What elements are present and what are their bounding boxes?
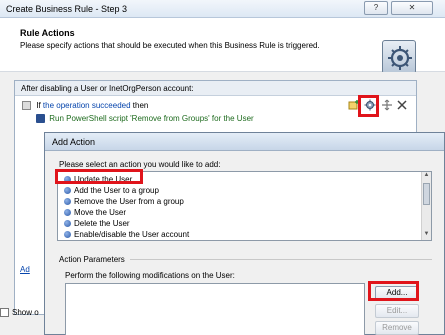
if-icon [22, 101, 31, 111]
scroll-thumb[interactable] [423, 183, 430, 205]
wizard-header: Rule Actions Please specify actions that… [0, 18, 445, 74]
show-checkbox-label: Show o [12, 308, 39, 317]
powershell-icon [36, 114, 45, 124]
title-bar: Create Business Rule - Step 3 ? ✕ [0, 0, 445, 18]
scroll-up-icon[interactable]: ▲ [422, 172, 431, 181]
action-parameters-label: Action Parameters [59, 255, 125, 264]
if-condition-row[interactable]: If the operation succeeded then [22, 101, 149, 111]
action-icon [64, 231, 71, 239]
close-button[interactable]: ✕ [391, 1, 433, 15]
section-title: Rule Actions [20, 28, 75, 38]
divider [130, 259, 432, 260]
help-button[interactable]: ? [364, 1, 388, 15]
remove-button[interactable]: Remove [375, 321, 419, 335]
window-title: Create Business Rule - Step 3 [6, 4, 128, 14]
delete-icon[interactable] [396, 99, 408, 111]
action-text[interactable]: Run PowerShell script 'Remove from Group… [49, 114, 253, 123]
action-icon [64, 209, 71, 217]
list-item[interactable]: Enable/disable the User account [64, 230, 189, 239]
add-button-highlight [368, 281, 419, 301]
then-keyword: then [132, 101, 149, 110]
operation-condition-link[interactable]: the operation succeeded [43, 101, 131, 110]
scroll-down-icon[interactable]: ▼ [422, 231, 431, 240]
if-keyword: If [36, 101, 41, 110]
action-icon [64, 220, 71, 228]
dialog-title: Add Action [52, 137, 96, 147]
list-item[interactable]: Move the User [64, 208, 126, 217]
wizard-gear-icon [382, 40, 416, 74]
condition-header: After disabling a User or InetOrgPerson … [15, 81, 416, 96]
modifications-list[interactable] [65, 283, 365, 335]
list-highlight [55, 169, 143, 184]
dialog-title-bar: Add Action [45, 133, 444, 151]
list-item[interactable]: Add the User to a group [64, 186, 159, 195]
action-row[interactable]: Run PowerShell script 'Remove from Group… [36, 114, 254, 124]
list-item[interactable]: Delete the User [64, 219, 130, 228]
add-action-dialog: Add Action Please select an action you w… [44, 132, 445, 335]
choose-action-label: Please select an action you would like t… [59, 160, 221, 169]
show-checkbox[interactable]: Show o [0, 308, 39, 318]
checkbox-box[interactable] [0, 308, 9, 318]
list-scrollbar[interactable]: ▲ ▼ [421, 172, 431, 240]
perform-label: Perform the following modifications on t… [65, 271, 235, 280]
list-item[interactable]: Remove the User from a group [64, 197, 184, 206]
edit-button[interactable]: Edit... [375, 304, 419, 318]
gear-highlight [358, 95, 379, 117]
action-icon [64, 187, 71, 195]
condition-header-label: After disabling a User or InetOrgPerson … [21, 84, 194, 93]
add-link[interactable]: Ad [20, 265, 30, 274]
section-description: Please specify actions that should be ex… [20, 41, 320, 50]
move-icon[interactable] [381, 99, 393, 111]
action-icon [64, 198, 71, 206]
